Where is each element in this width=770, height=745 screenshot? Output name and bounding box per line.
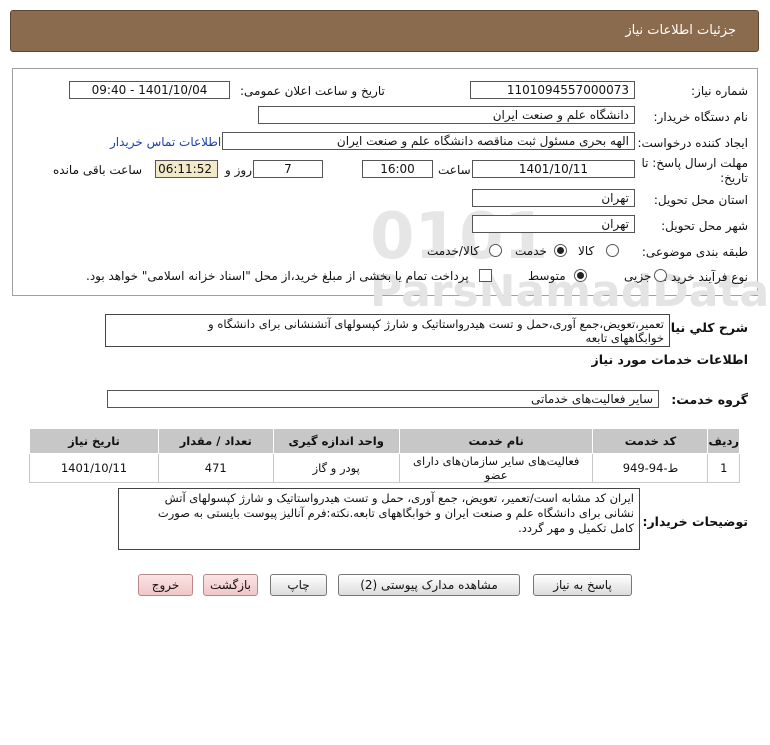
deadline-label-line2: تاریخ: bbox=[720, 171, 748, 185]
page-title: جزئیات اطلاعات نیاز bbox=[625, 23, 736, 38]
announce-date-label: تاریخ و ساعت اعلان عمومی: bbox=[240, 84, 385, 98]
back-button[interactable]: بازگشت bbox=[203, 574, 258, 596]
col-row-number: ردیف bbox=[707, 428, 740, 454]
summary-field: تعمیر،تعویض،جمع آوری،حمل و تست هیدرواستا… bbox=[105, 314, 670, 347]
category-option-goods-service: کالا/خدمت bbox=[427, 244, 480, 258]
deadline-time-label: ساعت bbox=[438, 163, 471, 177]
process-radio-minor[interactable] bbox=[654, 269, 667, 282]
buyer-desc-label: توضیحات خریدار: bbox=[642, 514, 748, 529]
buyer-org-field: دانشگاه علم و صنعت ایران bbox=[258, 106, 635, 124]
buyer-desc-line1: ایران کد مشابه است/تعمیر، تعویض، جمع آور… bbox=[164, 491, 634, 505]
deadline-time-field: 16:00 bbox=[362, 160, 433, 178]
requester-label: ایجاد کننده درخواست: bbox=[637, 136, 748, 150]
announce-date-field: 1401/10/04 - 09:40 bbox=[69, 81, 230, 99]
services-section-title: اطلاعات خدمات مورد نياز bbox=[591, 352, 749, 367]
cell-service-code: ط-94-949 bbox=[592, 453, 709, 483]
process-option-medium: متوسط bbox=[528, 269, 566, 283]
cell-row-number: 1 bbox=[707, 453, 740, 483]
treasury-payment-checkbox[interactable] bbox=[479, 269, 492, 282]
process-option-minor: جزیی bbox=[624, 269, 652, 283]
process-radio-medium[interactable] bbox=[574, 269, 587, 282]
table-row: 1 ط-94-949 فعالیت‌های سایر سازمان‌های دا… bbox=[29, 453, 740, 483]
category-option-goods: کالا bbox=[578, 244, 595, 258]
summary-line2: خوابگاههای تابعه bbox=[585, 331, 664, 345]
buyer-org-label: نام دستگاه خریدار: bbox=[653, 110, 749, 124]
requester-field: الهه بحری مسئول ثبت مناقصه دانشگاه علم و… bbox=[222, 132, 635, 150]
cell-service-name: فعالیت‌های سایر سازمان‌های دارای عضو bbox=[398, 453, 594, 483]
print-button[interactable]: چاپ bbox=[270, 574, 327, 596]
deadline-days-label: روز و bbox=[225, 163, 252, 177]
province-field: تهران bbox=[472, 189, 635, 207]
need-number-field: 1101094557000073 bbox=[470, 81, 635, 99]
deadline-days-field: 7 bbox=[253, 160, 323, 178]
reply-button[interactable]: پاسخ به نیاز bbox=[533, 574, 632, 596]
treasury-payment-note: پرداخت تمام یا بخشی از مبلغ خرید،از محل … bbox=[86, 269, 469, 283]
category-radio-goods-service[interactable] bbox=[489, 244, 502, 257]
table-header-row: ردیف کد خدمت نام خدمت واحد اندازه گیری ت… bbox=[29, 428, 740, 454]
city-field: تهران bbox=[472, 215, 635, 233]
remaining-time-field: 06:11:52 bbox=[155, 160, 218, 178]
col-need-date: تاریخ نیاز bbox=[29, 428, 159, 454]
province-label: استان محل تحویل: bbox=[653, 193, 748, 207]
buyer-desc-line3: کامل تکمیل و مهر گردد. bbox=[518, 521, 634, 535]
deadline-label: مهلت ارسال پاسخ: تا تاریخ: bbox=[641, 156, 748, 186]
service-group-label: گروه خدمت: bbox=[671, 392, 748, 407]
city-label: شهر محل تحویل: bbox=[661, 219, 748, 233]
category-radio-goods[interactable] bbox=[606, 244, 619, 257]
category-option-service: خدمت bbox=[515, 244, 547, 258]
buyer-desc-field: ایران کد مشابه است/تعمیر، تعویض، جمع آور… bbox=[118, 488, 640, 550]
view-attachments-button[interactable]: مشاهده مدارک پیوستی (2) bbox=[338, 574, 520, 596]
col-unit: واحد اندازه گیری bbox=[272, 428, 400, 454]
buyer-desc-line2: نشانی برای دانشگاه علم و صنعت ایران و خو… bbox=[157, 506, 634, 520]
deadline-label-line1: مهلت ارسال پاسخ: تا bbox=[641, 156, 748, 170]
summary-line1: تعمیر،تعویض،جمع آوری،حمل و تست هیدرواستا… bbox=[208, 317, 664, 331]
remaining-time-label: ساعت باقی مانده bbox=[53, 163, 143, 177]
need-number-label: شماره نیاز: bbox=[691, 84, 748, 98]
process-label: نوع فرآیند خرید : bbox=[663, 270, 748, 284]
deadline-date-field: 1401/10/11 bbox=[472, 160, 635, 178]
service-group-field: سایر فعالیت‌های خدماتی bbox=[107, 390, 659, 408]
col-quantity: تعداد / مقدار bbox=[157, 428, 274, 454]
buyer-contact-link[interactable]: اطلاعات تماس خریدار bbox=[110, 135, 221, 149]
category-radio-service[interactable] bbox=[554, 244, 567, 257]
cell-quantity: 471 bbox=[157, 453, 274, 483]
summary-label: شرح کلي نياز: bbox=[658, 320, 748, 335]
exit-button[interactable]: خروج bbox=[138, 574, 193, 596]
page-header: جزئیات اطلاعات نیاز bbox=[10, 10, 759, 52]
col-service-name: نام خدمت bbox=[398, 428, 594, 454]
col-service-code: کد خدمت bbox=[592, 428, 709, 454]
services-table: ردیف کد خدمت نام خدمت واحد اندازه گیری ت… bbox=[29, 428, 740, 483]
cell-unit: پودر و گاز bbox=[272, 453, 400, 483]
category-label: طبقه بندی موضوعی: bbox=[641, 245, 748, 259]
cell-need-date: 1401/10/11 bbox=[29, 453, 159, 483]
